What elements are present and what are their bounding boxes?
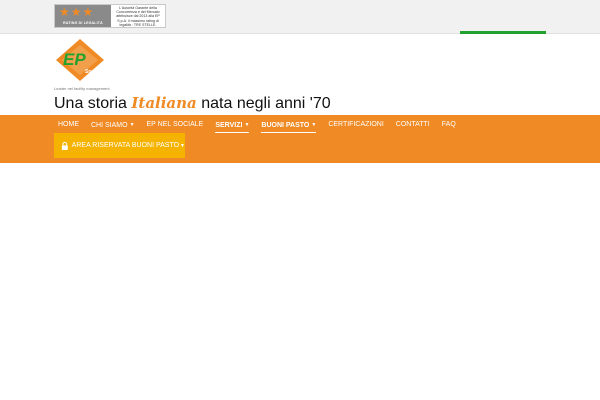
caret-down-icon: ▼ [180,142,185,149]
rating-seal: ★ ★ ★ RATING DI LEGALITÀ [55,5,111,27]
nav-item-label: FAQ [441,121,456,128]
caret-down-icon: ▼ [311,122,317,128]
star-icon: ★ [70,5,82,19]
nav-item-chi-siamo[interactable]: CHI SIAMO ▼ [87,116,143,134]
caret-down-icon: ▼ [129,122,135,128]
nav-item-label: BUONI PASTO [261,121,310,129]
reserved-area-button[interactable]: AREA RISERVATA BUONI PASTO ▼ [54,133,185,158]
logo-subtext: Spa [85,69,94,75]
nav-item-certificazioni[interactable]: CERTIFICAZIONI [324,116,391,134]
nav-item-home[interactable]: HOME [54,116,87,134]
legality-rating-badge[interactable]: ★ ★ ★ RATING DI LEGALITÀ L'Autorità Gara… [54,4,166,28]
nav-item-label: CONTATTI [395,121,430,128]
nav-item-faq[interactable]: FAQ [438,116,464,134]
tagline-text-before: Una storia [54,95,132,112]
nav-item-contatti[interactable]: CONTATTI [392,116,438,134]
nav-item-label: CHI SIAMO [91,121,128,129]
nav-item-servizi[interactable]: SERVIZI ▼ [211,116,257,134]
nav-item-label: EP NEL SOCIALE [146,121,204,128]
nav-item-label: HOME [58,121,79,128]
tagline-accent: Italiana [131,94,197,112]
nav-item-ep-nel-sociale[interactable]: EP NEL SOCIALE [143,116,212,134]
caret-down-icon: ▼ [244,122,250,128]
rating-note: L'Autorità Garante della Concorrenza e d… [116,6,160,27]
star-icon: ★ [59,5,70,19]
nav-menu: HOME CHI SIAMO ▼ EP NEL SOCIALE SERVIZI ▼ … [54,115,464,135]
star-icon: ★ [82,5,94,19]
reserved-area-label: AREA RISERVATA BUONI PASTO [71,142,180,149]
logo-text: EP [63,50,86,69]
nav-item-buoni-pasto[interactable]: BUONI PASTO ▼ [257,116,324,134]
accent-line [460,31,546,34]
nav-item-label: CERTIFICAZIONI [328,121,384,128]
company-logo[interactable]: EP Spa [54,38,106,82]
nav-item-label: SERVIZI [215,121,243,129]
rating-stars: ★ ★ ★ [59,6,93,18]
tagline-text-after: nata negli anni '70 [196,95,331,112]
logo-caption: Leader nel facility management [54,86,110,91]
tagline: Una storia Italiana nata negli anni '70 [54,92,331,114]
rating-seal-label: RATING DI LEGALITÀ [63,21,103,25]
top-bar: ★ ★ ★ RATING DI LEGALITÀ L'Autorità Gara… [0,0,600,34]
lock-icon [61,141,68,150]
